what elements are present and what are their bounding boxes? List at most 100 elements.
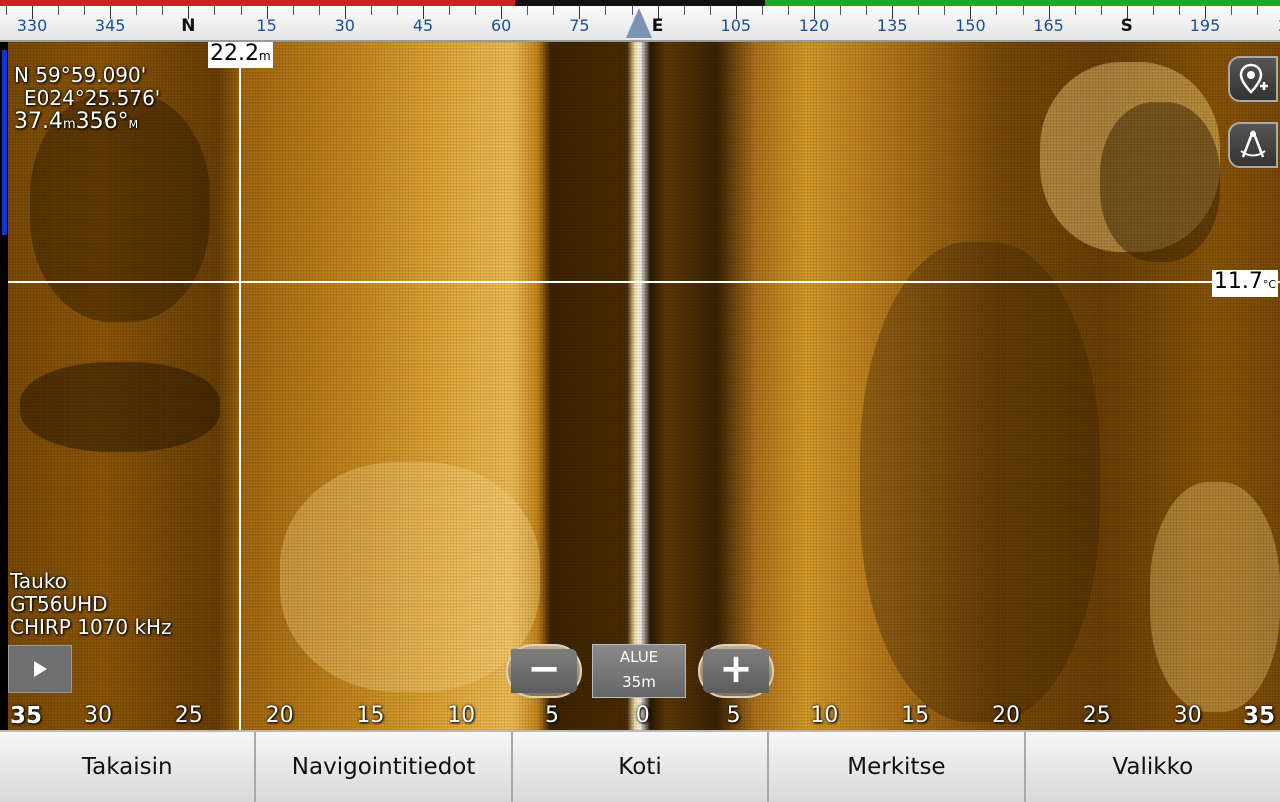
compass-tick — [1074, 6, 1076, 15]
compass-label: 120 — [798, 16, 830, 35]
range-scale-label: 0 — [635, 703, 650, 728]
range-scale-label: 10 — [810, 703, 839, 728]
sonar-noise-texture — [0, 42, 1280, 730]
compass-tick — [292, 6, 294, 15]
range-value: 35m — [622, 673, 656, 691]
compass-tick — [1152, 6, 1154, 15]
compass-tick — [787, 6, 789, 15]
navigation-info-button[interactable]: Navigointitiedot — [256, 732, 513, 802]
compass-tick — [214, 6, 216, 15]
compass-tick — [370, 6, 372, 15]
softkey-bar: Takaisin Navigointitiedot Koti Merkitse … — [0, 730, 1280, 802]
range-scale-label: 5 — [545, 703, 559, 728]
compass-tick — [396, 6, 398, 15]
compass-tick — [709, 6, 711, 15]
distance-bearing: 37.4m356°M — [14, 110, 160, 136]
range-scale-label: 20 — [992, 703, 1020, 728]
compass-tick — [240, 6, 242, 15]
range-scale-label: 20 — [265, 703, 294, 728]
compass-tick — [84, 6, 86, 15]
compass-tick — [136, 6, 138, 15]
range-scale-label: 30 — [84, 703, 112, 728]
compass-tick — [1100, 6, 1102, 15]
compass-tick — [527, 6, 529, 15]
compass-tick — [553, 6, 555, 15]
play-icon — [33, 661, 47, 677]
compass-tick — [1022, 6, 1024, 15]
range-increase-button[interactable]: + — [698, 644, 774, 698]
compass-tick — [162, 6, 164, 15]
compass-tick — [1257, 6, 1259, 15]
range-scale-label: 35 — [9, 703, 42, 729]
history-scroll-indicator — [2, 50, 7, 235]
compass-label: 105 — [720, 16, 752, 35]
home-button[interactable]: Koti — [513, 732, 770, 802]
measure-icon — [1240, 130, 1266, 158]
compass-label: 330 — [16, 16, 48, 35]
compass-label: 150 — [955, 16, 986, 35]
sidevu-sonar-view[interactable]: 22.2m 11.7°C N 59°59.090' E024°25.576' 3… — [0, 42, 1280, 730]
compass-label: 75 — [569, 16, 590, 35]
compass-tick — [58, 6, 60, 15]
compass-label: 195 — [1189, 16, 1221, 35]
range-scale-label: 5 — [726, 703, 741, 728]
compass-tick — [1231, 6, 1233, 15]
range-control: − ALUE 35m + — [506, 644, 774, 698]
plus-icon: + — [719, 646, 753, 692]
range-decrease-button[interactable]: − — [506, 644, 582, 698]
bearing-unit: M — [128, 118, 139, 131]
compass-tick — [761, 6, 763, 15]
water-temperature-label: 11.7°C — [1211, 269, 1278, 297]
measure-button[interactable] — [1228, 122, 1278, 168]
compass-tick — [918, 6, 920, 15]
range-scale-label: 15 — [901, 703, 930, 728]
heading-marker-icon — [626, 8, 652, 38]
compass-label: 345 — [94, 16, 126, 35]
frequency-label: CHIRP 1070 kHz — [10, 615, 172, 639]
add-waypoint-button[interactable] — [1228, 56, 1278, 102]
distance-unit: m — [62, 117, 76, 132]
range-title: ALUE — [619, 648, 659, 666]
transducer-name: GT56UHD — [10, 592, 108, 616]
compass-label: 135 — [876, 16, 908, 35]
compass-tick — [996, 6, 998, 15]
compass-label: 15 — [256, 16, 277, 35]
compass-tick — [449, 6, 451, 15]
compass-tick — [318, 6, 320, 15]
cursor-vertical-line — [239, 42, 241, 730]
water-temperature-unit: °C — [1262, 278, 1276, 291]
cursor-range-unit: m — [258, 49, 271, 63]
compass-label: 60 — [491, 16, 512, 35]
compass-heading-bar: 330345N1530456075E105120135150165S1952 — [0, 0, 1280, 42]
port-indicator-band — [0, 0, 515, 6]
water-temperature-value: 11.7 — [1213, 269, 1263, 294]
mark-button[interactable]: Merkitse — [769, 732, 1026, 802]
compass-label: 2 — [1253, 16, 1280, 35]
sonar-status-info: Tauko GT56UHD CHIRP 1070 kHz — [10, 570, 172, 639]
compass-tick — [683, 6, 685, 15]
add-waypoint-icon — [1239, 63, 1268, 94]
bearing-value: 356° — [75, 109, 129, 134]
compass-label: 165 — [1033, 16, 1064, 35]
range-scale-label: 15 — [356, 703, 385, 728]
distance-value: 37.4 — [14, 109, 63, 134]
back-button[interactable]: Takaisin — [0, 732, 257, 802]
compass-tick — [475, 6, 477, 15]
gps-readout: N 59°59.090' E024°25.576' 37.4m356°M — [14, 64, 160, 136]
range-scale-label: 30 — [1173, 703, 1202, 728]
compass-tick — [1178, 6, 1180, 15]
range-scale-label: 10 — [447, 703, 476, 728]
cursor-range-value: 22.2 — [210, 42, 259, 66]
compass-tick — [5, 6, 7, 15]
cursor-range-label: 22.2m — [208, 42, 273, 68]
compass-tick — [605, 6, 607, 15]
compass-label: S — [1120, 16, 1133, 36]
compass-label: 30 — [334, 16, 355, 35]
compass-tick — [944, 6, 946, 15]
longitude: E024°25.576' — [24, 86, 161, 110]
latitude: N 59°59.090' — [14, 63, 147, 87]
range-scale-label: 25 — [174, 703, 203, 728]
play-button[interactable] — [8, 645, 72, 693]
range-display: ALUE 35m — [592, 644, 686, 698]
menu-button[interactable]: Valikko — [1026, 732, 1280, 802]
